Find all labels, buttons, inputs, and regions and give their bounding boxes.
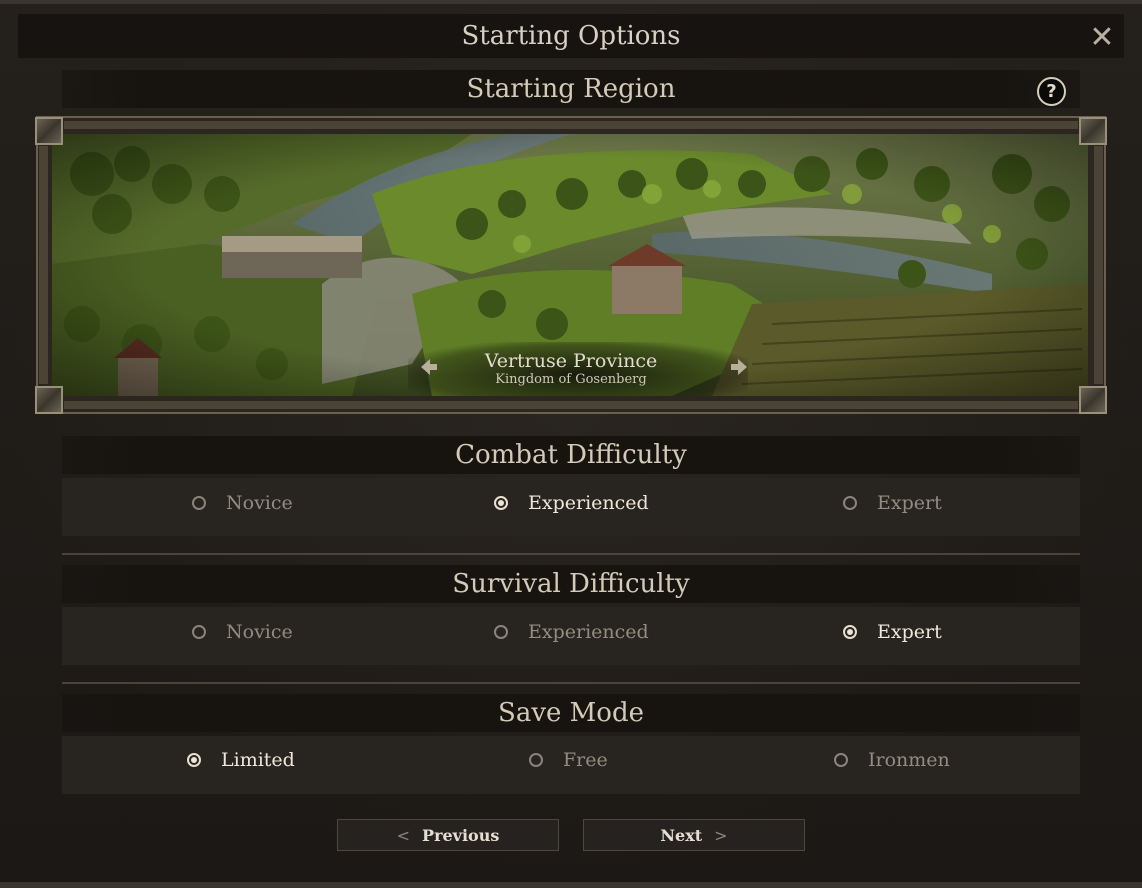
combat-option-experienced[interactable]: Experienced [494, 490, 649, 516]
radio-button[interactable] [834, 753, 848, 767]
section-divider [62, 682, 1080, 684]
dialog-title: Starting Options [461, 21, 681, 51]
radio-button[interactable] [187, 753, 201, 767]
section-divider [62, 553, 1080, 555]
banner-top-rail [64, 121, 1078, 129]
save-mode-option-free[interactable]: Free [529, 747, 608, 773]
arrow-left-icon [421, 359, 437, 375]
banner-right-rail [1094, 146, 1103, 384]
option-label: Ironmen [868, 749, 950, 771]
radio-button[interactable] [529, 753, 543, 767]
radio-button[interactable] [192, 625, 206, 639]
survival-option-novice[interactable]: Novice [192, 619, 293, 645]
banner-bottom-rail [64, 401, 1078, 409]
option-label: Experienced [528, 621, 649, 643]
option-label: Novice [226, 621, 293, 643]
option-label: Novice [226, 492, 293, 514]
save-mode-option-limited[interactable]: Limited [187, 747, 295, 773]
combat-option-novice[interactable]: Novice [192, 490, 293, 516]
survival-option-experienced[interactable]: Experienced [494, 619, 649, 645]
radio-button[interactable] [192, 496, 206, 510]
option-label: Expert [877, 492, 942, 514]
radio-button[interactable] [843, 625, 857, 639]
option-label: Free [563, 749, 608, 771]
radio-button[interactable] [494, 496, 508, 510]
combat-difficulty-title: Combat Difficulty [455, 440, 687, 470]
next-region-button[interactable] [728, 356, 750, 378]
option-label: Limited [221, 749, 295, 771]
next-button-label: Next [660, 825, 703, 845]
banner-corner-ornament [35, 386, 63, 414]
help-button[interactable]: ? [1037, 77, 1066, 106]
starting-region-title: Starting Region [466, 74, 676, 104]
banner-corner-ornament [35, 117, 63, 145]
previous-button-label: Previous [422, 825, 500, 845]
previous-button[interactable]: < Previous [337, 819, 559, 851]
close-icon: ✕ [1089, 20, 1115, 55]
survival-option-expert[interactable]: Expert [843, 619, 942, 645]
banner-left-rail [39, 146, 48, 384]
help-icon: ? [1046, 81, 1057, 102]
chevron-right-icon: > [714, 825, 728, 845]
radio-button[interactable] [494, 625, 508, 639]
option-label: Expert [877, 621, 942, 643]
region-name: Vertruse Province [484, 350, 658, 372]
save-mode-title: Save Mode [498, 698, 644, 728]
save-mode-option-ironmen[interactable]: Ironmen [834, 747, 950, 773]
next-button[interactable]: Next > [583, 819, 805, 851]
region-subtitle: Kingdom of Gosenberg [495, 372, 647, 387]
chevron-left-icon: < [396, 825, 411, 845]
previous-region-button[interactable] [418, 356, 440, 378]
banner-corner-ornament [1079, 117, 1107, 145]
option-label: Experienced [528, 492, 649, 514]
arrow-right-icon [731, 359, 747, 375]
survival-difficulty-title: Survival Difficulty [452, 569, 690, 599]
combat-option-expert[interactable]: Expert [843, 490, 942, 516]
banner-corner-ornament [1079, 386, 1107, 414]
close-button[interactable]: ✕ [1086, 22, 1118, 54]
radio-button[interactable] [843, 496, 857, 510]
